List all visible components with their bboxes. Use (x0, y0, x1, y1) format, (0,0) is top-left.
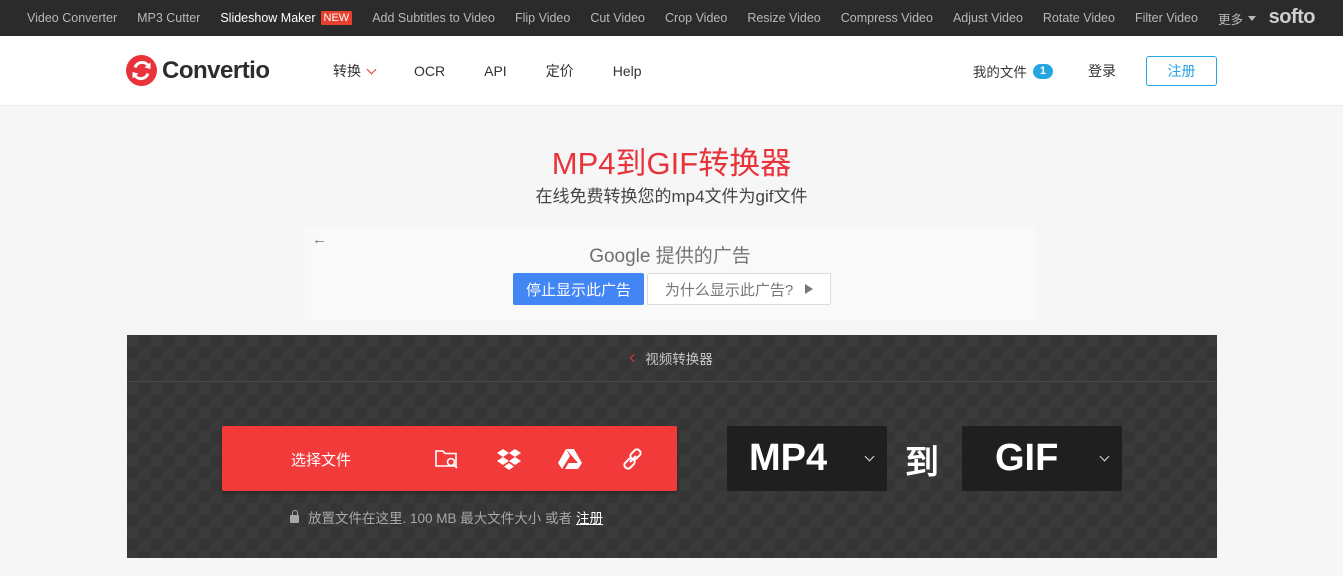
softo-tool-link[interactable]: Filter Video (1125, 11, 1208, 25)
adchoices-icon (805, 284, 814, 294)
ad-provider: Google 提供的广告 (305, 241, 1035, 268)
softo-tool-link[interactable]: Resize Video (737, 11, 830, 25)
nav-link-convert[interactable]: 转换 (333, 61, 377, 81)
softo-tool-link[interactable]: Cut Video (580, 11, 655, 25)
link-url-icon[interactable] (620, 446, 646, 472)
converter-panel: 视频转换器 选择文件 放置文件在这里. 100 MB 最大文件大小 或者 注册 … (127, 335, 1217, 558)
more-label: 更多 (1217, 12, 1243, 27)
breadcrumb: 视频转换器 (127, 335, 1217, 382)
choose-files-button[interactable]: 选择文件 (222, 426, 677, 491)
softo-tool-link[interactable]: Rotate Video (1033, 11, 1125, 25)
softo-toolbar: Video Converter MP3 Cutter Slideshow Maker… (0, 0, 1343, 36)
nav-link-help[interactable]: Help (613, 63, 642, 79)
source-format-select[interactable]: MP4 (727, 426, 887, 491)
softo-tool-label: Rotate Video (1042, 11, 1115, 25)
lock-icon (290, 509, 299, 523)
nav-links: 转换 OCR API 定价 Help (333, 36, 681, 106)
login-link[interactable]: 登录 (1088, 61, 1116, 81)
softo-tool-label: Flip Video (514, 11, 571, 25)
ad-banner: ← Google 提供的广告 停止显示此广告 为什么显示此广告? (305, 228, 1035, 321)
folder-search-icon[interactable] (434, 446, 460, 472)
register-link[interactable]: 注册 (576, 507, 603, 527)
softo-tool-label: Compress Video (840, 11, 933, 25)
softo-tool-label: Crop Video (665, 11, 728, 25)
softo-tool-link[interactable]: Flip Video (505, 11, 580, 25)
softo-tool-label: Video Converter (27, 11, 118, 25)
breadcrumb-video-converter[interactable]: 视频转换器 (630, 348, 713, 368)
softo-tools-list: Video Converter MP3 Cutter Slideshow Maker… (0, 11, 1208, 25)
dropbox-icon[interactable] (496, 446, 522, 472)
chevron-down-icon (366, 64, 377, 74)
drop-note-text: 放置文件在这里. 100 MB 最大文件大小 或者 (308, 511, 573, 526)
ad-provided-label: 提供的广告 (655, 246, 751, 267)
my-files-label: 我的文件 (972, 65, 1027, 80)
new-badge: NEW (320, 11, 353, 25)
more-menu[interactable]: 更多 (1208, 9, 1266, 28)
nav-link-pricing[interactable]: 定价 (546, 61, 574, 81)
drop-zone-note: 放置文件在这里. 100 MB 最大文件大小 或者 注册 (290, 507, 603, 527)
page-title: MP4到GIF转换器 (551, 146, 792, 181)
chevron-left-icon (630, 353, 639, 363)
page-subtitle: 在线免费转换您的mp4文件为gif文件 (535, 187, 808, 206)
to-label: 到 (905, 444, 939, 482)
logo-text: Convertio (162, 56, 270, 84)
google-wordmark: Google (589, 246, 651, 267)
softo-tool-link[interactable]: Adjust Video (943, 11, 1033, 25)
google-drive-icon[interactable] (557, 446, 583, 472)
chevron-down-icon (1099, 451, 1110, 462)
softo-tool-label: Slideshow Maker (220, 11, 316, 25)
files-count-badge: 1 (1032, 63, 1053, 79)
choose-files-label[interactable]: 选择文件 (291, 449, 351, 470)
softo-tool-link[interactable]: Video Converter (0, 11, 127, 25)
softo-tool-link[interactable]: Crop Video (655, 11, 737, 25)
source-format-value: MP4 (749, 437, 828, 479)
target-format-value: GIF (995, 437, 1059, 479)
softo-tool-label: Filter Video (1134, 11, 1198, 25)
convertio-logo-icon (126, 55, 157, 86)
my-files-link[interactable]: 我的文件 1 (973, 61, 1053, 81)
convertio-logo[interactable]: Convertio (126, 55, 270, 86)
softo-tool-label: MP3 Cutter (137, 11, 201, 25)
breadcrumb-label: 视频转换器 (645, 352, 713, 367)
softo-tool-link[interactable]: Compress Video (831, 11, 943, 25)
target-format-select[interactable]: GIF (962, 426, 1122, 491)
nav-account: 我的文件 1 登录 注册 (973, 56, 1217, 86)
caret-down-icon (1247, 15, 1256, 21)
softo-tool-label: Add Subtitles to Video (372, 11, 495, 25)
why-ad-button[interactable]: 为什么显示此广告? (647, 273, 831, 305)
softo-tool-link[interactable]: MP3 Cutter (127, 11, 210, 25)
stop-ad-button[interactable]: 停止显示此广告 (513, 273, 644, 305)
softo-tool-label: Cut Video (590, 11, 645, 25)
softo-tool-link[interactable]: Slideshow Maker NEW (210, 11, 362, 25)
nav-link-api[interactable]: API (484, 63, 507, 79)
softo-logo[interactable]: softo (1269, 6, 1316, 29)
softo-tool-label: Adjust Video (952, 11, 1023, 25)
main-nav: Convertio 转换 OCR API 定价 Help 我的文件 1 登录 注… (0, 36, 1343, 106)
nav-link-ocr[interactable]: OCR (414, 63, 445, 79)
signup-button[interactable]: 注册 (1146, 56, 1217, 86)
nav-link-label: 转换 (333, 63, 361, 79)
softo-tool-link[interactable]: Add Subtitles to Video (362, 11, 505, 25)
chevron-down-icon (864, 451, 875, 462)
why-ad-label: 为什么显示此广告? (664, 281, 794, 299)
softo-tool-label: Resize Video (747, 11, 821, 25)
